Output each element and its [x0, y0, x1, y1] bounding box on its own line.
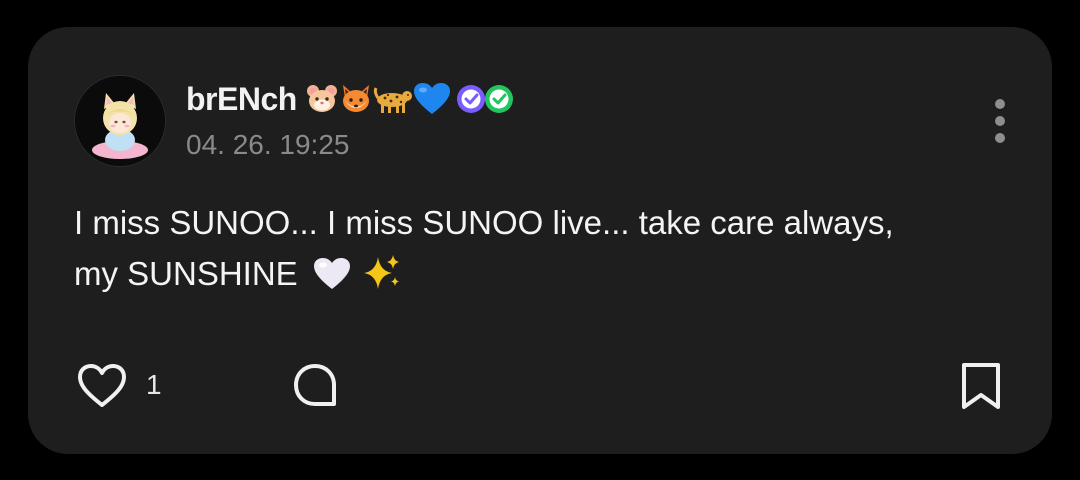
post-actions: 1 [76, 361, 1004, 411]
name-emojis [305, 82, 517, 116]
menu-dot [995, 99, 1005, 109]
blue-heart-icon [413, 83, 450, 114]
like-button[interactable]: 1 [76, 361, 162, 409]
hamster-face-icon [306, 85, 337, 112]
leopard-icon [373, 87, 412, 113]
more-options-button[interactable] [988, 99, 1012, 143]
like-count: 1 [146, 369, 162, 400]
heart-icon [78, 364, 126, 407]
sparkles-icon [362, 253, 402, 305]
comment-icon [294, 364, 336, 406]
username-row: brENch [186, 77, 517, 121]
verified-badges [456, 85, 513, 113]
comment-button[interactable] [290, 361, 340, 411]
menu-dot [995, 133, 1005, 143]
green-verified-check-icon [484, 85, 513, 113]
fox-face-icon [342, 85, 369, 112]
white-heart-icon [313, 254, 351, 305]
post-timestamp: 04. 26. 19:25 [186, 129, 350, 160]
menu-dot [995, 116, 1005, 126]
avatar[interactable] [74, 75, 166, 167]
purple-verified-check-icon [456, 85, 485, 113]
username[interactable]: brENch [186, 81, 297, 118]
post-body: I miss SUNOO... I miss SUNOO live... tak… [74, 197, 1024, 305]
post-text-line-2: my SUNSHINE [74, 255, 298, 292]
avatar-illustration [75, 76, 165, 166]
bookmark-button[interactable] [958, 361, 1004, 413]
post-text-line-1: I miss SUNOO... I miss SUNOO live... tak… [74, 204, 894, 241]
bookmark-icon [962, 363, 1000, 409]
post-text-line-2-row: my SUNSHINE [74, 248, 1024, 305]
post-card: brENch 04. 26. 19:25 I miss SUNOO... I m… [28, 27, 1052, 454]
